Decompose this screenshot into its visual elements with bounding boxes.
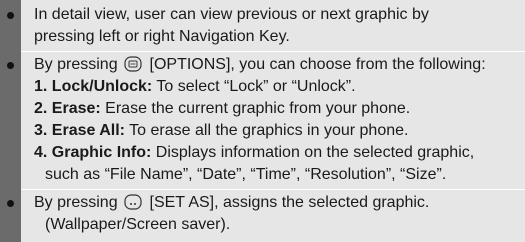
item2-intro: By pressing [OPTIONS], you can choose fr… bbox=[34, 54, 486, 76]
option-text: Erase the current graphic from your phon… bbox=[105, 100, 411, 117]
item2-intro-pre: By pressing bbox=[34, 56, 118, 73]
bullet-icon bbox=[7, 200, 14, 207]
option-erase-all: 3. Erase All: To erase all the graphics … bbox=[34, 120, 408, 142]
option-lock-unlock: 1. Lock/Unlock: To select “Lock” or “Unl… bbox=[34, 76, 356, 98]
option-text: To erase all the graphics in your phone. bbox=[129, 122, 409, 139]
bullet-icon bbox=[7, 62, 14, 69]
item3-intro-pre: By pressing bbox=[34, 194, 118, 211]
option-graphic-info-cont: such as “File Name”, “Date”, “Time”, “Re… bbox=[45, 166, 447, 183]
option-text: To select “Lock” or “Unlock”. bbox=[156, 78, 356, 95]
option-label: 1. Lock/Unlock: bbox=[34, 78, 153, 95]
item3-cont: (Wallpaper/Screen saver). bbox=[45, 216, 231, 233]
item3-intro: By pressing [SET AS], assigns the select… bbox=[34, 192, 429, 214]
item2-intro-post: [OPTIONS], you can choose from the follo… bbox=[149, 56, 486, 73]
option-label: 4. Graphic Info: bbox=[34, 144, 152, 161]
item1-line1: In detail view, user can view previous o… bbox=[34, 6, 429, 23]
bullet-icon bbox=[7, 12, 14, 19]
option-erase: 2. Erase: Erase the current graphic from… bbox=[34, 98, 410, 120]
set-as-softkey-icon bbox=[124, 194, 142, 210]
option-label: 2. Erase: bbox=[34, 100, 101, 117]
item3-intro-post: [SET AS], assigns the selected graphic. bbox=[149, 194, 430, 211]
separator bbox=[21, 189, 525, 190]
item1-line2: pressing left or right Navigation Key. bbox=[34, 28, 290, 45]
options-softkey-icon bbox=[124, 56, 142, 72]
separator bbox=[21, 51, 525, 52]
option-text: Displays information on the selected gra… bbox=[155, 144, 475, 161]
option-graphic-info: 4. Graphic Info: Displays information on… bbox=[34, 142, 474, 164]
option-label: 3. Erase All: bbox=[34, 122, 126, 139]
